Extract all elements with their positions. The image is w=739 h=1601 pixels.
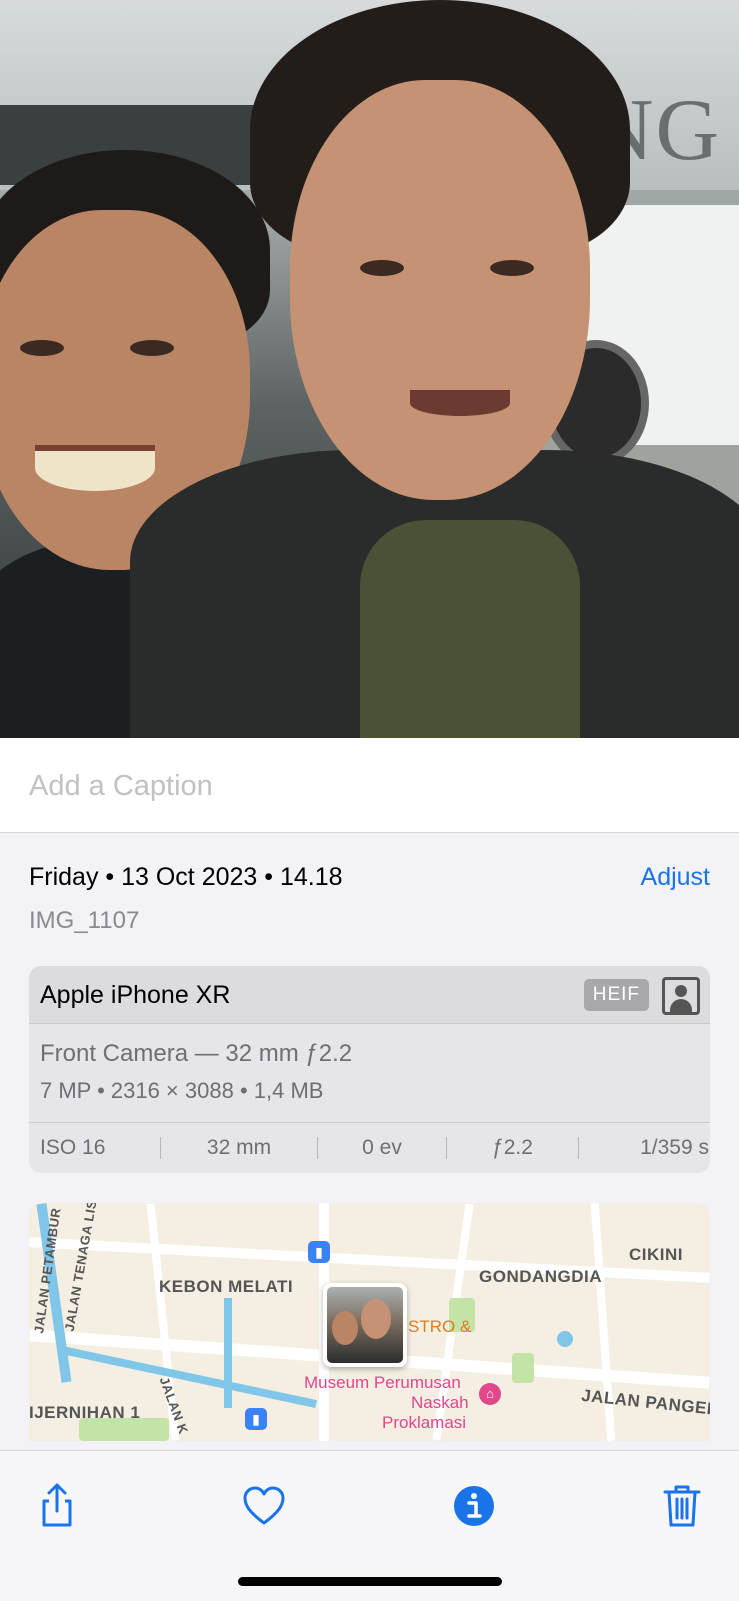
exif-iso: ISO 16 [40, 1136, 106, 1159]
map-label-gondangdia: GONDANGDIA [479, 1267, 603, 1286]
photo-view[interactable]: NG [0, 0, 739, 738]
map-label-cikini: CIKINI [629, 1245, 683, 1264]
map-label-jalan-panger: JALAN PANGER [580, 1385, 710, 1420]
exif-row: ISO 16 32 mm 0 ev ƒ2.2 1/359 s [29, 1123, 710, 1173]
home-indicator[interactable] [238, 1577, 502, 1586]
portrait-icon [662, 977, 700, 1015]
image-specs: 7 MP • 2316 × 3088 • 1,4 MB [40, 1078, 324, 1103]
exif-shutter: 1/359 s [640, 1136, 709, 1159]
location-map[interactable]: ▮ ▮ KEBON MELATI GONDANGDIA CIKINI JALAN… [29, 1203, 710, 1441]
transit-icon: ▮ [245, 1408, 267, 1430]
camera-info-card: Apple iPhone XR HEIF Front Camera — 32 m… [29, 966, 710, 1173]
person-right-face [290, 80, 590, 500]
heart-icon[interactable] [239, 1481, 289, 1531]
exif-focal-length: 32 mm [206, 1136, 272, 1159]
museum-icon: ⌂ [479, 1383, 501, 1405]
map-photo-thumbnail[interactable] [323, 1283, 407, 1367]
transit-icon: ▮ [308, 1241, 330, 1263]
adjust-date-button[interactable]: Adjust [641, 863, 710, 892]
camera-card-header: Apple iPhone XR HEIF [29, 966, 710, 1024]
trash-icon[interactable] [657, 1481, 707, 1531]
poi-naskah: Naskah [411, 1393, 469, 1412]
share-icon[interactable] [32, 1481, 82, 1531]
format-badge: HEIF [583, 979, 649, 1011]
camera-device: Apple iPhone XR [40, 981, 231, 1009]
caption-placeholder: Add a Caption [29, 770, 213, 802]
lens-info: Front Camera — 32 mm ƒ2.2 [40, 1040, 353, 1067]
exif-aperture: ƒ2.2 [492, 1136, 533, 1159]
person-right-shirt [360, 520, 580, 738]
map-label-ijernihan: IJERNIHAN 1 [29, 1403, 141, 1422]
photo-date: Friday • 13 Oct 2023 • 14.18 [29, 863, 343, 891]
info-icon[interactable] [449, 1481, 499, 1531]
photo-filename: IMG_1107 [29, 907, 140, 934]
exif-exposure: 0 ev [362, 1136, 402, 1159]
poi-proklamasi: Proklamasi [382, 1413, 467, 1432]
map-label-jalan-tenaga: JALAN TENAGA LIS [61, 1203, 100, 1333]
caption-field[interactable]: Add a Caption [0, 738, 739, 833]
poi-museum: Museum Perumusan [304, 1373, 461, 1392]
map-label-kebon-melati: KEBON MELATI [159, 1277, 294, 1296]
poi-bistro: STRO & [408, 1317, 472, 1336]
